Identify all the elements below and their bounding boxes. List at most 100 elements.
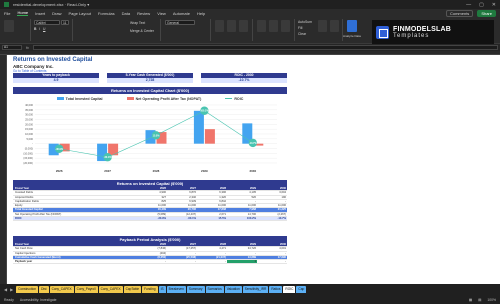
table-cell[interactable]: - (137, 260, 167, 263)
table-cell[interactable]: 7,968 (227, 208, 257, 211)
fx-icon[interactable]: fx (26, 46, 29, 50)
menu-page-layout[interactable]: Page Layout (68, 11, 90, 16)
close-button[interactable]: ✕ (492, 2, 496, 8)
menu-home[interactable]: Home (17, 10, 29, 16)
tab-nav-right-icon[interactable]: ▶ (10, 287, 13, 292)
header-cell[interactable]: 2026 (137, 243, 167, 246)
table-cell[interactable]: 825 (137, 200, 167, 203)
sheet-tab[interactable]: Cony_Payroll (74, 286, 98, 293)
header-cell[interactable]: 2026 (137, 187, 167, 190)
header-cell[interactable]: 2029 (227, 243, 257, 246)
table-cell[interactable]: (25,508) (167, 256, 197, 259)
sheet-tab[interactable]: Valuation (224, 286, 242, 293)
analyze-data-button[interactable] (347, 20, 357, 32)
sheet-tab[interactable]: Funding (142, 286, 158, 293)
table-cell[interactable]: 4,105 (227, 191, 257, 194)
table-cell[interactable]: 16,409 (137, 208, 167, 211)
table-cell[interactable]: 4,900 (137, 191, 167, 194)
header-cell[interactable]: 2029 (227, 187, 257, 190)
sheet-tab[interactable]: Summary (186, 286, 205, 293)
accessibility-status[interactable]: Accessibility: Investigate (20, 298, 57, 302)
table-cell[interactable]: - (167, 252, 197, 255)
table-cell[interactable]: 11,000 (197, 204, 227, 207)
table-cell[interactable]: 1 (227, 260, 257, 264)
menu-review[interactable]: Review (137, 11, 150, 16)
table-cell[interactable]: 1,320 (197, 196, 227, 199)
table-cell[interactable]: (404) (137, 252, 167, 255)
row-label[interactable]: Equity (13, 204, 137, 207)
row-label[interactable]: Capitalization Debts (13, 200, 137, 203)
maximize-button[interactable]: ▢ (479, 2, 484, 8)
table-cell[interactable]: 13,689 (227, 256, 257, 259)
table-cell[interactable]: -10.7% (257, 217, 287, 220)
menu-view[interactable]: View (157, 11, 166, 16)
menu-help[interactable]: Help (197, 11, 205, 16)
table-cell[interactable]: 11,000 (227, 204, 257, 207)
sheet-tab[interactable]: Cony_CAPEX (49, 286, 74, 293)
table-cell[interactable]: 6,396 (197, 191, 227, 194)
table-cell[interactable]: -60.1% (167, 217, 197, 220)
table-cell[interactable]: 17,690 (257, 256, 287, 259)
table-cell[interactable]: 14,700 (227, 213, 257, 216)
header-cell[interactable]: 2030 (257, 243, 287, 246)
table-cell[interactable]: - (227, 252, 257, 255)
table-cell[interactable]: 2,671 (197, 213, 227, 216)
table-cell[interactable]: - (257, 260, 287, 263)
header-cell[interactable]: 2028 (197, 243, 227, 246)
row-label[interactable]: Invested Debts (13, 191, 137, 194)
table-cell[interactable]: 34,726 (227, 247, 257, 250)
row-label[interactable]: Total Invested Capital (13, 208, 137, 211)
name-box[interactable]: A1 (2, 45, 22, 50)
table-cell[interactable]: -30.9% (137, 217, 167, 220)
menu-insert[interactable]: Insert (35, 11, 45, 16)
table-cell[interactable]: 6,876 (167, 191, 197, 194)
sheet-tab[interactable]: CapTable (123, 286, 142, 293)
row-label[interactable]: Acquired Debts (13, 196, 137, 199)
header-cell[interactable]: 2028 (197, 187, 227, 190)
table-cell[interactable]: (17,257) (167, 247, 197, 250)
zoom-level[interactable]: 100% (487, 298, 496, 302)
table-cell[interactable]: 520 (227, 196, 257, 199)
table-cell[interactable]: 6,939 (167, 200, 197, 203)
minimize-button[interactable]: — (466, 2, 471, 8)
menu-data[interactable]: Data (122, 11, 130, 16)
tab-nav-left-icon[interactable]: ◀ (4, 287, 7, 292)
menu-automate[interactable]: Automate (173, 11, 190, 16)
table-cell[interactable]: (5,089) (137, 213, 167, 216)
comments-button[interactable]: Comments (445, 9, 474, 17)
sheet-tab[interactable]: Ratios (269, 286, 283, 293)
sheet-tab[interactable]: Construction (16, 286, 39, 293)
row-headers[interactable] (0, 55, 7, 284)
sheet-tab[interactable]: Dist (39, 286, 49, 293)
table-cell[interactable]: 100.2% (227, 217, 257, 220)
worksheet[interactable]: Returns on Invested Capital ABC Company … (7, 55, 500, 284)
table-cell[interactable]: (12,437) (167, 213, 197, 216)
row-label[interactable]: Net Cash Flow (13, 247, 137, 250)
header-cell[interactable]: Fiscal Year (13, 187, 137, 190)
header-cell[interactable]: 2027 (167, 243, 197, 246)
table-cell[interactable]: - (197, 252, 227, 255)
table-cell[interactable]: (8,250) (137, 256, 167, 259)
table-cell[interactable]: - (257, 200, 287, 203)
table-cell[interactable]: 11,000 (137, 204, 167, 207)
sheet-tab[interactable]: Cony_CAPEX (98, 286, 123, 293)
header-cell[interactable]: 2027 (167, 187, 197, 190)
table-cell[interactable]: (21,037) (197, 256, 227, 259)
sheet-tab[interactable]: Sensitivity_IRR (242, 286, 269, 293)
normal-view-icon[interactable]: ▦ (469, 298, 472, 302)
table-cell[interactable]: - (197, 260, 227, 263)
table-cell[interactable]: 2,340 (167, 196, 197, 199)
sheet-tab[interactable]: Scenarios (205, 286, 224, 293)
table-cell[interactable]: 17,838 (197, 208, 227, 211)
sheet-tab[interactable]: IS (158, 286, 166, 293)
table-cell[interactable]: (7,846) (137, 247, 167, 250)
table-cell[interactable]: - (227, 200, 257, 203)
table-cell[interactable]: 20,706 (167, 208, 197, 211)
menu-draw[interactable]: Draw (52, 11, 61, 16)
row-label[interactable]: Capital Injections (13, 252, 137, 255)
header-cell[interactable]: Fiscal Year (13, 243, 137, 246)
table-cell[interactable]: - (167, 260, 197, 263)
sheet-tab[interactable]: ROIC (283, 286, 296, 293)
menu-file[interactable]: File (4, 11, 10, 16)
row-label[interactable]: Net Operating Profit After Tax (NOPAT) (13, 213, 137, 216)
